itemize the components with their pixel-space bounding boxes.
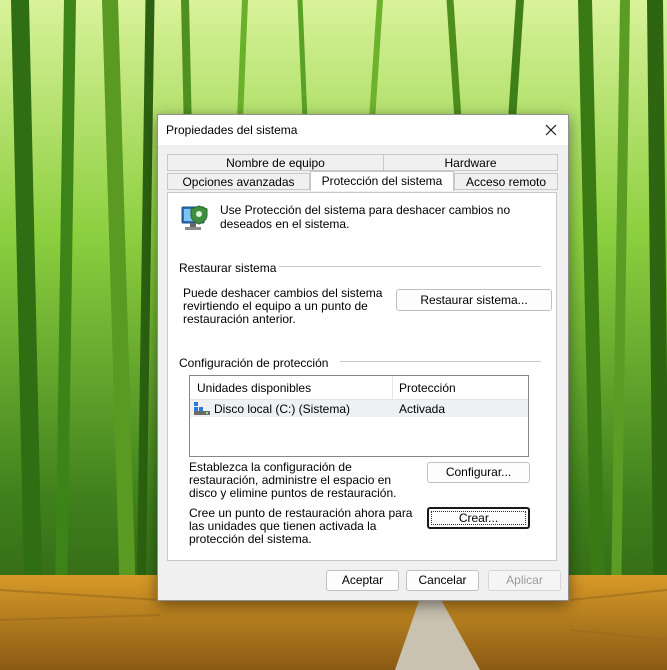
table-row[interactable]: Disco local (C:) (Sistema) Activada (190, 400, 528, 417)
drive-icon (194, 402, 210, 415)
system-properties-dialog: Propiedades del sistema Nombre de equipo… (157, 114, 569, 601)
column-header-drives[interactable]: Unidades disponibles (197, 381, 311, 395)
dialog-title: Propiedades del sistema (166, 123, 298, 137)
tab-system-protection[interactable]: Protección del sistema (310, 171, 454, 191)
create-description: Cree un punto de restauración ahora para… (189, 506, 413, 546)
computer-shield-icon (181, 205, 208, 230)
restore-system-button[interactable]: Restaurar sistema... (396, 289, 552, 311)
system-protection-panel: Use Protección del sistema para deshacer… (167, 192, 557, 561)
configure-description: Establezca la configuración de restaurac… (189, 460, 397, 500)
tab-computer-name[interactable]: Nombre de equipo (167, 154, 384, 171)
restore-group-divider (279, 266, 541, 267)
restore-description: Puede deshacer cambios del sistema revir… (183, 286, 383, 326)
close-button[interactable] (540, 119, 562, 141)
configure-button[interactable]: Configurar... (427, 462, 530, 483)
restore-group-label: Restaurar sistema (179, 261, 277, 275)
list-header: Unidades disponibles Protección (190, 376, 528, 400)
protection-group-label: Configuración de protección (179, 356, 329, 370)
drives-list[interactable]: Unidades disponibles Protección Disco lo… (189, 375, 529, 457)
intro-text: Use Protección del sistema para deshacer… (220, 203, 511, 231)
column-header-protection[interactable]: Protección (399, 381, 456, 395)
column-divider (392, 376, 393, 399)
drive-protection-status: Activada (399, 402, 446, 416)
protection-group-divider (340, 361, 541, 362)
drive-name: Disco local (C:) (Sistema) (214, 402, 351, 416)
cancel-button[interactable]: Cancelar (406, 570, 479, 591)
tab-remote-access[interactable]: Acceso remoto (454, 173, 558, 190)
tab-advanced-options[interactable]: Opciones avanzadas (167, 173, 310, 190)
apply-button[interactable]: Aplicar (488, 570, 561, 591)
tab-hardware[interactable]: Hardware (383, 154, 558, 171)
create-button[interactable]: Crear... (427, 507, 530, 529)
create-button-label: Crear... (458, 511, 499, 525)
title-bar[interactable]: Propiedades del sistema (158, 115, 568, 145)
ok-button[interactable]: Aceptar (326, 570, 399, 591)
close-icon (545, 124, 557, 136)
